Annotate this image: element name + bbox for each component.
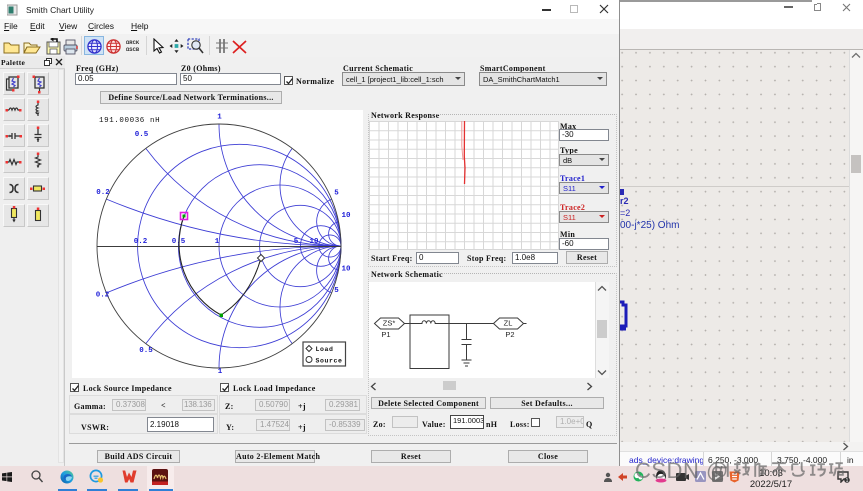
svg-text:5: 5	[294, 238, 299, 246]
svg-text:P1: P1	[381, 330, 390, 339]
svg-text:5: 5	[334, 287, 339, 295]
svg-text:5: 5	[334, 190, 339, 198]
svg-text:0.5: 0.5	[139, 347, 153, 355]
svg-text:1: 1	[217, 114, 222, 122]
svg-text:0.5: 0.5	[135, 131, 149, 139]
svg-text:0.2: 0.2	[134, 238, 148, 246]
svg-text:1: 1	[218, 368, 223, 376]
svg-text:P2: P2	[505, 330, 514, 339]
svg-text:10: 10	[341, 212, 351, 220]
svg-text:Load: Load	[316, 346, 334, 353]
svg-text:ZL: ZL	[504, 319, 513, 328]
svg-text:191.00036 nH: 191.00036 nH	[99, 117, 160, 125]
svg-text:10: 10	[341, 266, 351, 274]
svg-text:ZS*: ZS*	[383, 319, 396, 328]
svg-text:0.2: 0.2	[96, 292, 110, 300]
svg-text:Source: Source	[316, 358, 343, 365]
svg-text:0.2: 0.2	[96, 189, 110, 197]
svg-text:1: 1	[215, 238, 220, 246]
svg-text:10: 10	[309, 238, 319, 246]
